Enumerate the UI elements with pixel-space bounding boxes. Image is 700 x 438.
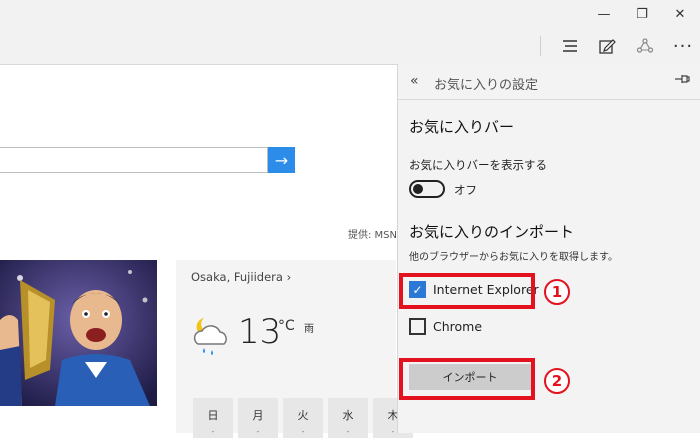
- web-note-icon[interactable]: [589, 28, 625, 64]
- news-photo[interactable]: [0, 260, 157, 406]
- toggle-knob: [413, 184, 423, 194]
- close-button[interactable]: ✕: [662, 0, 698, 28]
- restore-button[interactable]: ❐: [624, 0, 660, 28]
- browser-toolbar: ···: [0, 28, 700, 65]
- browser-option-chrome[interactable]: Chrome: [409, 318, 482, 335]
- weather-card[interactable]: Osaka, Fujiidera › 13 °C 雨 日- 月- 火- 水- 木…: [176, 260, 413, 438]
- minimize-button[interactable]: —: [586, 0, 622, 28]
- forecast-day[interactable]: 日-: [193, 398, 233, 438]
- forecast-day-value: -: [256, 427, 260, 436]
- weather-location[interactable]: Osaka, Fujiidera ›: [191, 270, 291, 284]
- browser-option-label: Chrome: [433, 319, 483, 334]
- panel-title: お気に入りの設定: [434, 78, 539, 93]
- weather-unit: °C: [278, 318, 295, 334]
- forecast-day-label: 日: [207, 409, 219, 422]
- more-actions-button[interactable]: ···: [665, 28, 700, 64]
- forecast-day[interactable]: 月-: [238, 398, 278, 438]
- hub-icon[interactable]: [552, 28, 588, 64]
- forecast-day-label: 月: [252, 409, 264, 422]
- favorites-bar-heading: お気に入りバー: [409, 118, 515, 136]
- back-icon[interactable]: «: [410, 73, 419, 89]
- import-description: 他のブラウザーからお気に入りを取得します。: [409, 252, 618, 263]
- annotation-badge-1: 1: [544, 279, 570, 305]
- panel-header: « お気に入りの設定: [398, 64, 700, 100]
- show-favorites-bar-label: お気に入りバーを表示する: [409, 158, 547, 172]
- forecast-day-label: 水: [342, 409, 354, 422]
- annotation-badge-2: 2: [544, 368, 570, 394]
- import-heading: お気に入りのインポート: [409, 223, 575, 241]
- annotation-highlight-ie: [399, 273, 535, 309]
- forecast-day[interactable]: 火-: [283, 398, 323, 438]
- weather-condition: 雨: [304, 324, 314, 335]
- checkbox-unchecked-icon[interactable]: [409, 318, 426, 335]
- pin-icon[interactable]: [674, 73, 690, 89]
- forecast-day-label: 火: [297, 409, 309, 422]
- provider-credit: 提供: MSN: [348, 230, 398, 241]
- news-photo-image: [0, 260, 157, 406]
- search-input[interactable]: [0, 147, 268, 173]
- forecast-days: 日- 月- 火- 水- 木-: [193, 398, 413, 438]
- rain-cloud-icon: [190, 314, 234, 362]
- weather-temperature: 13: [238, 312, 282, 352]
- toolbar-separator: [540, 36, 541, 56]
- toggle-state-label: オフ: [454, 183, 477, 197]
- favorites-bar-toggle[interactable]: [409, 180, 445, 198]
- share-icon[interactable]: [627, 28, 663, 64]
- annotation-highlight-import: [399, 358, 535, 400]
- title-bar: — ❐ ✕: [0, 0, 700, 28]
- forecast-day-value: -: [211, 427, 215, 436]
- search-go-button[interactable]: →: [268, 147, 295, 173]
- forecast-day-value: -: [301, 427, 305, 436]
- forecast-day[interactable]: 水-: [328, 398, 368, 438]
- forecast-day-value: -: [346, 427, 350, 436]
